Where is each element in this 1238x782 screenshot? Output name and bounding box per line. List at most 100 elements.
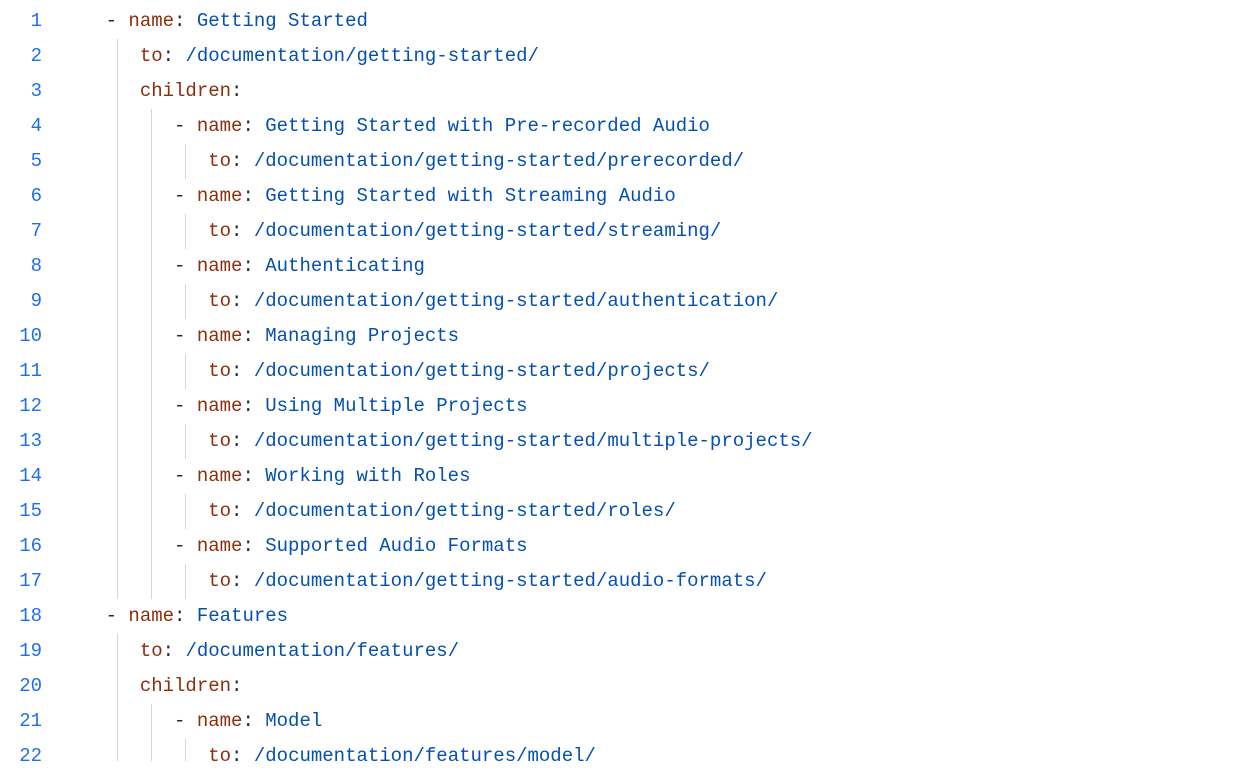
code-line[interactable]: to: /documentation/getting-started/proje…	[60, 354, 1238, 389]
code-line[interactable]: to: /documentation/getting-started/roles…	[60, 494, 1238, 529]
code-line[interactable]: children:	[60, 74, 1238, 109]
line-number: 6	[0, 179, 60, 214]
code-editor[interactable]: 12345678910111213141516171819202122 - na…	[0, 0, 1238, 782]
yaml-key: to	[140, 45, 163, 67]
indent-guide	[151, 319, 152, 354]
yaml-colon: :	[163, 640, 174, 662]
line-number: 10	[0, 319, 60, 354]
line-number: 5	[0, 144, 60, 179]
line-number: 21	[0, 704, 60, 739]
indent-guide	[185, 564, 186, 599]
indent-space	[60, 45, 140, 67]
code-line[interactable]: - name: Getting Started	[60, 4, 1238, 39]
yaml-colon: :	[174, 605, 185, 627]
yaml-key: to	[208, 745, 231, 761]
line-number: 18	[0, 599, 60, 634]
yaml-dash: -	[60, 465, 197, 487]
yaml-value: Supported Audio Formats	[265, 535, 527, 557]
code-line[interactable]: to: /documentation/getting-started/audio…	[60, 564, 1238, 599]
indent-guide	[117, 634, 118, 669]
code-line[interactable]: to: /documentation/getting-started/multi…	[60, 424, 1238, 459]
yaml-key: name	[197, 325, 243, 347]
line-number: 7	[0, 214, 60, 249]
yaml-key: name	[128, 10, 174, 32]
yaml-key: children	[140, 80, 231, 102]
indent-guide	[117, 144, 118, 179]
yaml-value: /documentation/getting-started/audio-for…	[254, 570, 767, 592]
yaml-value: /documentation/getting-started/multiple-…	[254, 430, 813, 452]
yaml-colon: :	[231, 150, 242, 172]
yaml-colon: :	[242, 185, 253, 207]
code-line[interactable]: - name: Getting Started with Pre-recorde…	[60, 109, 1238, 144]
indent-guide	[117, 74, 118, 109]
line-number: 8	[0, 249, 60, 284]
indent-guide	[151, 564, 152, 599]
yaml-colon: :	[231, 500, 242, 522]
yaml-colon: :	[231, 290, 242, 312]
code-line[interactable]: children:	[60, 669, 1238, 704]
code-line[interactable]: to: /documentation/getting-started/authe…	[60, 284, 1238, 319]
code-line[interactable]: to: /documentation/getting-started/	[60, 39, 1238, 74]
line-number: 12	[0, 389, 60, 424]
indent-guide	[151, 354, 152, 389]
code-line[interactable]: - name: Managing Projects	[60, 319, 1238, 354]
line-number: 19	[0, 634, 60, 669]
yaml-dash: -	[60, 10, 128, 32]
yaml-key: to	[208, 500, 231, 522]
line-number: 16	[0, 529, 60, 564]
yaml-dash: -	[60, 185, 197, 207]
code-line[interactable]: to: /documentation/getting-started/strea…	[60, 214, 1238, 249]
yaml-colon: :	[231, 360, 242, 382]
yaml-value: /documentation/getting-started/prerecord…	[254, 150, 744, 172]
indent-guide	[151, 214, 152, 249]
yaml-colon: :	[242, 465, 253, 487]
yaml-dash: -	[60, 710, 197, 732]
code-line[interactable]: - name: Supported Audio Formats	[60, 529, 1238, 564]
code-line[interactable]: to: /documentation/features/	[60, 634, 1238, 669]
yaml-value: /documentation/getting-started/roles/	[254, 500, 676, 522]
yaml-colon: :	[231, 220, 242, 242]
yaml-key: name	[197, 185, 243, 207]
indent-guide	[151, 109, 152, 144]
code-line[interactable]: to: /documentation/features/model/	[60, 739, 1238, 761]
indent-guide	[117, 179, 118, 214]
indent-guide	[117, 354, 118, 389]
indent-guide	[151, 144, 152, 179]
code-line[interactable]: - name: Authenticating	[60, 249, 1238, 284]
yaml-key: name	[197, 465, 243, 487]
indent-guide	[117, 424, 118, 459]
yaml-key: to	[208, 360, 231, 382]
yaml-colon: :	[174, 10, 185, 32]
indent-guide	[185, 144, 186, 179]
indent-guide	[151, 704, 152, 739]
yaml-colon: :	[242, 325, 253, 347]
line-number: 4	[0, 109, 60, 144]
code-line[interactable]: - name: Features	[60, 599, 1238, 634]
line-number: 9	[0, 284, 60, 319]
code-line[interactable]: - name: Model	[60, 704, 1238, 739]
yaml-value: /documentation/features/	[185, 640, 459, 662]
line-number: 14	[0, 459, 60, 494]
yaml-value: Managing Projects	[265, 325, 459, 347]
yaml-key: name	[197, 255, 243, 277]
indent-guide	[185, 354, 186, 389]
code-line[interactable]: - name: Using Multiple Projects	[60, 389, 1238, 424]
yaml-value: /documentation/getting-started/projects/	[254, 360, 710, 382]
code-line[interactable]: - name: Getting Started with Streaming A…	[60, 179, 1238, 214]
indent-guide	[117, 389, 118, 424]
yaml-value: /documentation/getting-started/authentic…	[254, 290, 779, 312]
line-number: 11	[0, 354, 60, 389]
code-line[interactable]: - name: Working with Roles	[60, 459, 1238, 494]
indent-guide	[117, 284, 118, 319]
yaml-value: /documentation/getting-started/streaming…	[254, 220, 721, 242]
indent-guide	[151, 529, 152, 564]
yaml-value: Features	[197, 605, 288, 627]
line-number: 22	[0, 739, 60, 774]
line-number: 1	[0, 4, 60, 39]
yaml-colon: :	[231, 745, 242, 761]
indent-guide	[185, 424, 186, 459]
code-line[interactable]: to: /documentation/getting-started/prere…	[60, 144, 1238, 179]
yaml-key: name	[128, 605, 174, 627]
indent-guide	[151, 284, 152, 319]
code-area[interactable]: - name: Getting Started to: /documentati…	[60, 0, 1238, 782]
